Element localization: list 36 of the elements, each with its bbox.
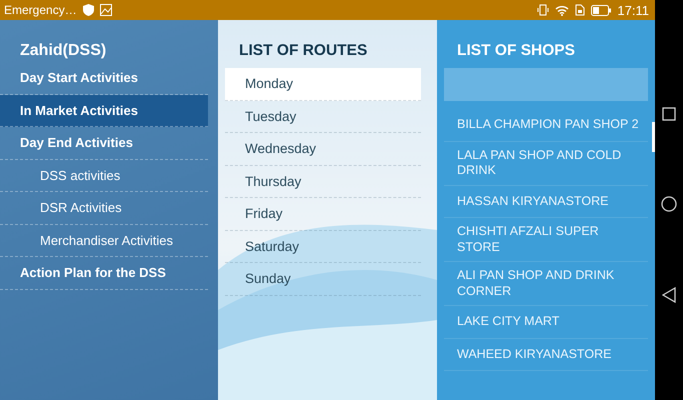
shop-item[interactable]: HASSAN KIRYANASTORE [444, 186, 648, 218]
route-item[interactable]: Thursday [225, 166, 421, 198]
route-item[interactable]: Friday [225, 198, 421, 230]
menu-item[interactable]: In Market Activities [0, 94, 208, 127]
shop-item[interactable]: ALI PAN SHOP AND DRINK CORNER [444, 262, 648, 306]
scroll-indicator [652, 122, 655, 152]
shop-item[interactable]: LAKE CITY MART [444, 306, 648, 338]
menu-item[interactable]: Merchandiser Activities [0, 224, 208, 257]
menu-item[interactable]: DSS activities [0, 160, 208, 192]
vibrate-icon [537, 4, 550, 16]
notification-text: Emergency… [4, 3, 77, 17]
route-item[interactable]: Monday [225, 68, 421, 100]
shop-item[interactable]: BILLA CHAMPION PAN SHOP 2 [444, 109, 648, 142]
menu-item[interactable]: DSR Activities [0, 192, 208, 224]
route-item[interactable]: Saturday [225, 230, 421, 263]
route-item[interactable]: Sunday [225, 263, 421, 296]
home-icon[interactable] [661, 196, 677, 212]
shop-item[interactable]: CHISHTI AFZALI SUPER STORE [444, 218, 648, 262]
recent-apps-icon[interactable] [662, 107, 676, 122]
sim-icon [575, 4, 586, 16]
route-item[interactable]: Wednesday [225, 133, 421, 166]
battery-icon [591, 4, 612, 16]
image-icon [100, 4, 112, 16]
menu-item[interactable]: Day End Activities [0, 127, 208, 160]
shield-icon [82, 4, 94, 16]
shops-heading: LIST OF SHOPS [456, 42, 576, 60]
shop-item[interactable]: LALA PAN SHOP AND COLD DRINK [444, 142, 648, 186]
routes-heading: LIST OF ROUTES [238, 42, 368, 60]
back-icon[interactable] [662, 286, 676, 303]
wifi-icon [555, 4, 570, 16]
route-item[interactable]: Tuesday [225, 100, 421, 133]
shop-item[interactable]: WAHEED KIRYANASTORE [444, 338, 648, 371]
search-field[interactable] [444, 68, 648, 101]
user-name: Zahid(DSS) [19, 42, 108, 60]
clock: 17:11 [617, 2, 649, 18]
menu-item[interactable]: Action Plan for the DSS [0, 257, 208, 290]
